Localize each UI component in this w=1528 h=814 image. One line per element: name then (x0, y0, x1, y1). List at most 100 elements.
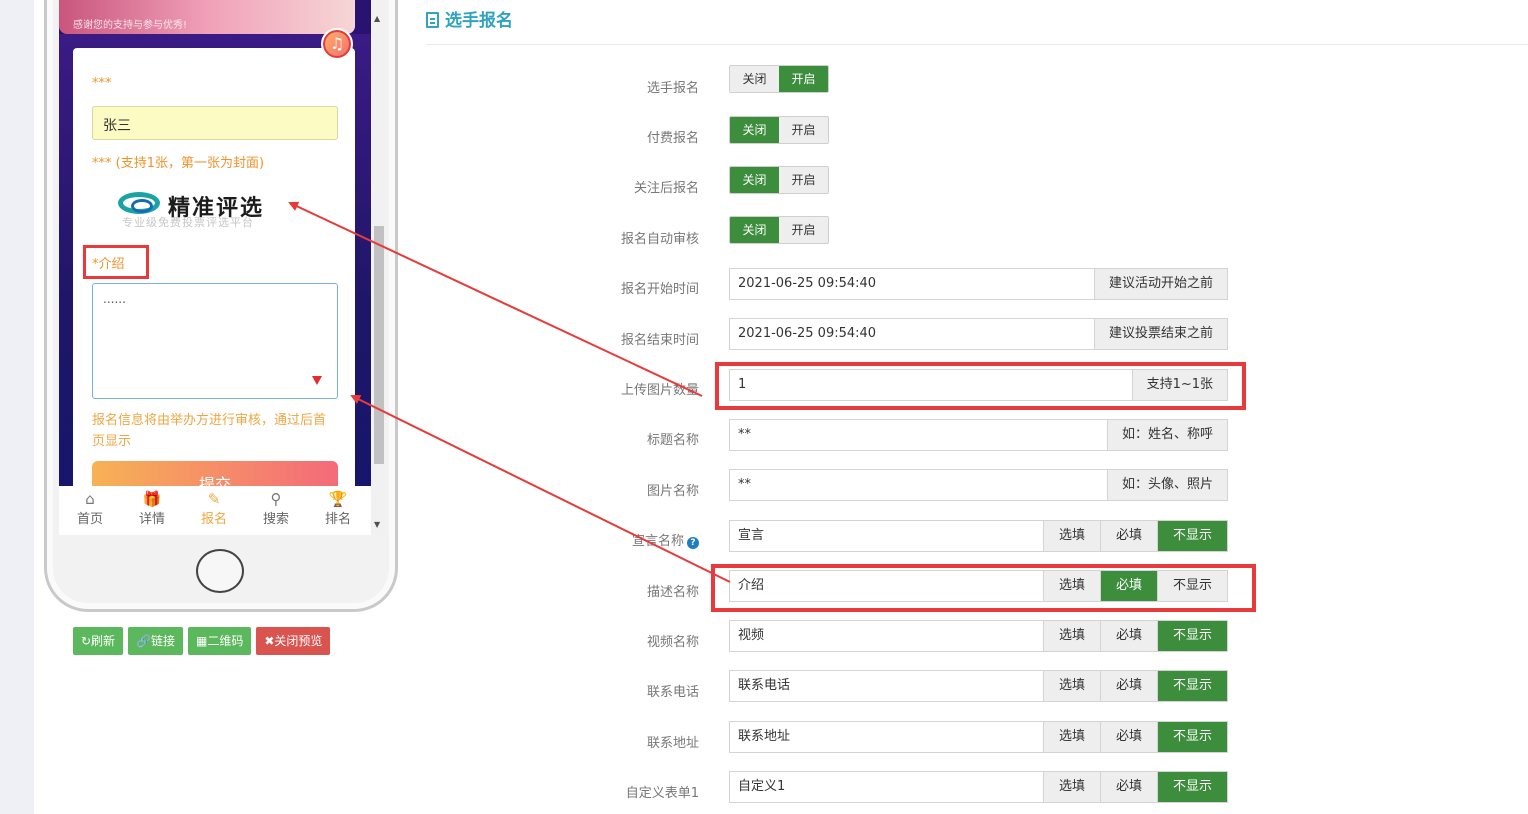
address-input[interactable]: 联系地址 (730, 722, 1043, 752)
slogan-input[interactable]: 宣言 (730, 521, 1043, 551)
auto-review-off-button[interactable]: 关闭 (730, 217, 779, 243)
image-name-group: ** 如：头像、照片 (729, 469, 1228, 501)
signup-label: 选手报名 (646, 81, 699, 96)
screen-banner: 感谢您的支持与参与优秀! (59, 0, 355, 34)
follow-off-button[interactable]: 关闭 (730, 167, 779, 193)
close-preview-button[interactable]: ✖关闭预览 (256, 627, 331, 655)
home-icon: ⌂ (85, 490, 95, 508)
start-time-label: 报名开始时间 (620, 282, 699, 297)
banner-text: 感谢您的支持与参与优秀! (73, 20, 188, 31)
title-name-hint: 如：姓名、称呼 (1106, 420, 1227, 450)
address-required-button[interactable]: 必填 (1100, 722, 1157, 752)
slogan-hidden-button[interactable]: 不显示 (1157, 521, 1227, 551)
phone-input[interactable]: 联系电话 (730, 671, 1043, 701)
phone-label: 联系电话 (646, 685, 699, 700)
start-time-hint: 建议活动开始之前 (1093, 269, 1227, 299)
document-icon (426, 12, 439, 28)
name-field-label: *** (92, 76, 112, 91)
address-optional-button[interactable]: 选填 (1043, 722, 1100, 752)
music-icon[interactable]: ♫ (321, 28, 353, 60)
logo-mark-icon (118, 192, 160, 214)
desc-label: 描述名称 (646, 585, 699, 600)
address-label: 联系地址 (646, 736, 699, 751)
paid-toggle: 关闭 开启 (729, 116, 829, 144)
link-button[interactable]: 🔗链接 (128, 627, 184, 655)
custom1-label: 自定义表单1 (625, 786, 699, 801)
tab-signup[interactable]: ✎ 报名 (183, 486, 245, 535)
page-title: 选手报名 (426, 6, 513, 31)
logo-subtitle: 专业级免费投票评选平台 (122, 216, 254, 229)
slogan-label: 宣言名称? (632, 530, 699, 549)
signup-toggle: 关闭 开启 (729, 65, 829, 93)
title-name-group: ** 如：姓名、称呼 (729, 419, 1228, 451)
edit-icon: ✎ (207, 490, 221, 508)
tab-home[interactable]: ⌂ 首页 (59, 486, 121, 535)
review-notice: 报名信息将由举办方进行审核，通过后首页显示 (92, 413, 327, 449)
phone-required-button[interactable]: 必填 (1100, 671, 1157, 701)
slogan-group: 宣言 选填 必填 不显示 (729, 520, 1228, 552)
paid-on-button[interactable]: 开启 (779, 117, 828, 143)
name-input[interactable]: 张三 (92, 106, 338, 140)
scroll-up-icon[interactable]: ▲ (374, 14, 380, 23)
resize-handle-icon[interactable] (312, 376, 322, 385)
video-label: 视频名称 (646, 635, 699, 650)
video-required-button[interactable]: 必填 (1100, 621, 1157, 651)
tab-ranking[interactable]: 🏆 排名 (307, 486, 369, 535)
help-icon[interactable]: ? (687, 537, 699, 549)
auto-review-on-button[interactable]: 开启 (779, 217, 828, 243)
address-hidden-button[interactable]: 不显示 (1157, 722, 1227, 752)
image-name-input[interactable]: ** (730, 470, 1107, 500)
video-input[interactable]: 视频 (730, 621, 1043, 651)
gift-icon: 🎁 (142, 490, 162, 508)
scroll-down-icon[interactable]: ▼ (374, 520, 380, 529)
intro-textarea[interactable]: ...... (92, 283, 338, 399)
custom1-input[interactable]: 自定义1 (730, 772, 1043, 802)
video-group: 视频 选填 必填 不显示 (729, 620, 1228, 652)
follow-label: 关注后报名 (633, 181, 699, 196)
paid-label: 付费报名 (646, 131, 699, 146)
signup-off-button[interactable]: 关闭 (730, 66, 779, 92)
intro-label-highlight (83, 245, 149, 279)
tab-label: 详情 (138, 512, 165, 527)
desc-highlight (711, 564, 1256, 612)
end-time-input[interactable]: 2021-06-25 09:54:40 (730, 319, 1094, 349)
slogan-required-button[interactable]: 必填 (1100, 521, 1157, 551)
preview-actions: ↻刷新 🔗链接 ▦二维码 ✖关闭预览 (73, 627, 331, 655)
custom1-group: 自定义1 选填 必填 不显示 (729, 771, 1228, 803)
end-time-group: 2021-06-25 09:54:40 建议投票结束之前 (729, 318, 1228, 350)
search-icon: ⚲ (270, 490, 282, 508)
auto-review-toggle: 关闭 开启 (729, 216, 829, 244)
phone-optional-button[interactable]: 选填 (1043, 671, 1100, 701)
image-count-highlight (715, 362, 1246, 410)
video-optional-button[interactable]: 选填 (1043, 621, 1100, 651)
tab-details[interactable]: 🎁 详情 (121, 486, 183, 535)
slogan-optional-button[interactable]: 选填 (1043, 521, 1100, 551)
image-name-hint: 如：头像、照片 (1106, 470, 1227, 500)
tab-label: 排名 (324, 512, 351, 527)
phone-group: 联系电话 选填 必填 不显示 (729, 670, 1228, 702)
phone-hidden-button[interactable]: 不显示 (1157, 671, 1227, 701)
custom1-optional-button[interactable]: 选填 (1043, 772, 1100, 802)
custom1-hidden-button[interactable]: 不显示 (1157, 772, 1227, 802)
end-time-hint: 建议投票结束之前 (1093, 319, 1227, 349)
start-time-input[interactable]: 2021-06-25 09:54:40 (730, 269, 1094, 299)
video-hidden-button[interactable]: 不显示 (1157, 621, 1227, 651)
qrcode-button[interactable]: ▦二维码 (188, 627, 252, 655)
title-name-label: 标题名称 (646, 433, 699, 448)
address-group: 联系地址 选填 必填 不显示 (729, 721, 1228, 753)
tab-label: 报名 (200, 512, 227, 527)
title-name-input[interactable]: ** (730, 420, 1107, 450)
signup-on-button[interactable]: 开启 (779, 66, 828, 92)
trophy-icon: 🏆 (328, 490, 348, 508)
image-count-label: 上传图片数量 (620, 383, 699, 398)
image-field-label: *** (支持1张，第一张为封面) (92, 156, 265, 171)
follow-toggle: 关闭 开启 (729, 166, 829, 194)
uploaded-image-logo[interactable]: 精准评选 专业级免费投票评选平台 (118, 190, 328, 230)
custom1-required-button[interactable]: 必填 (1100, 772, 1157, 802)
preview-scrollbar-thumb[interactable] (374, 226, 384, 464)
tab-search[interactable]: ⚲ 搜索 (245, 486, 307, 535)
follow-on-button[interactable]: 开启 (779, 167, 828, 193)
paid-off-button[interactable]: 关闭 (730, 117, 779, 143)
refresh-button[interactable]: ↻刷新 (73, 627, 124, 655)
image-name-label: 图片名称 (646, 484, 699, 499)
